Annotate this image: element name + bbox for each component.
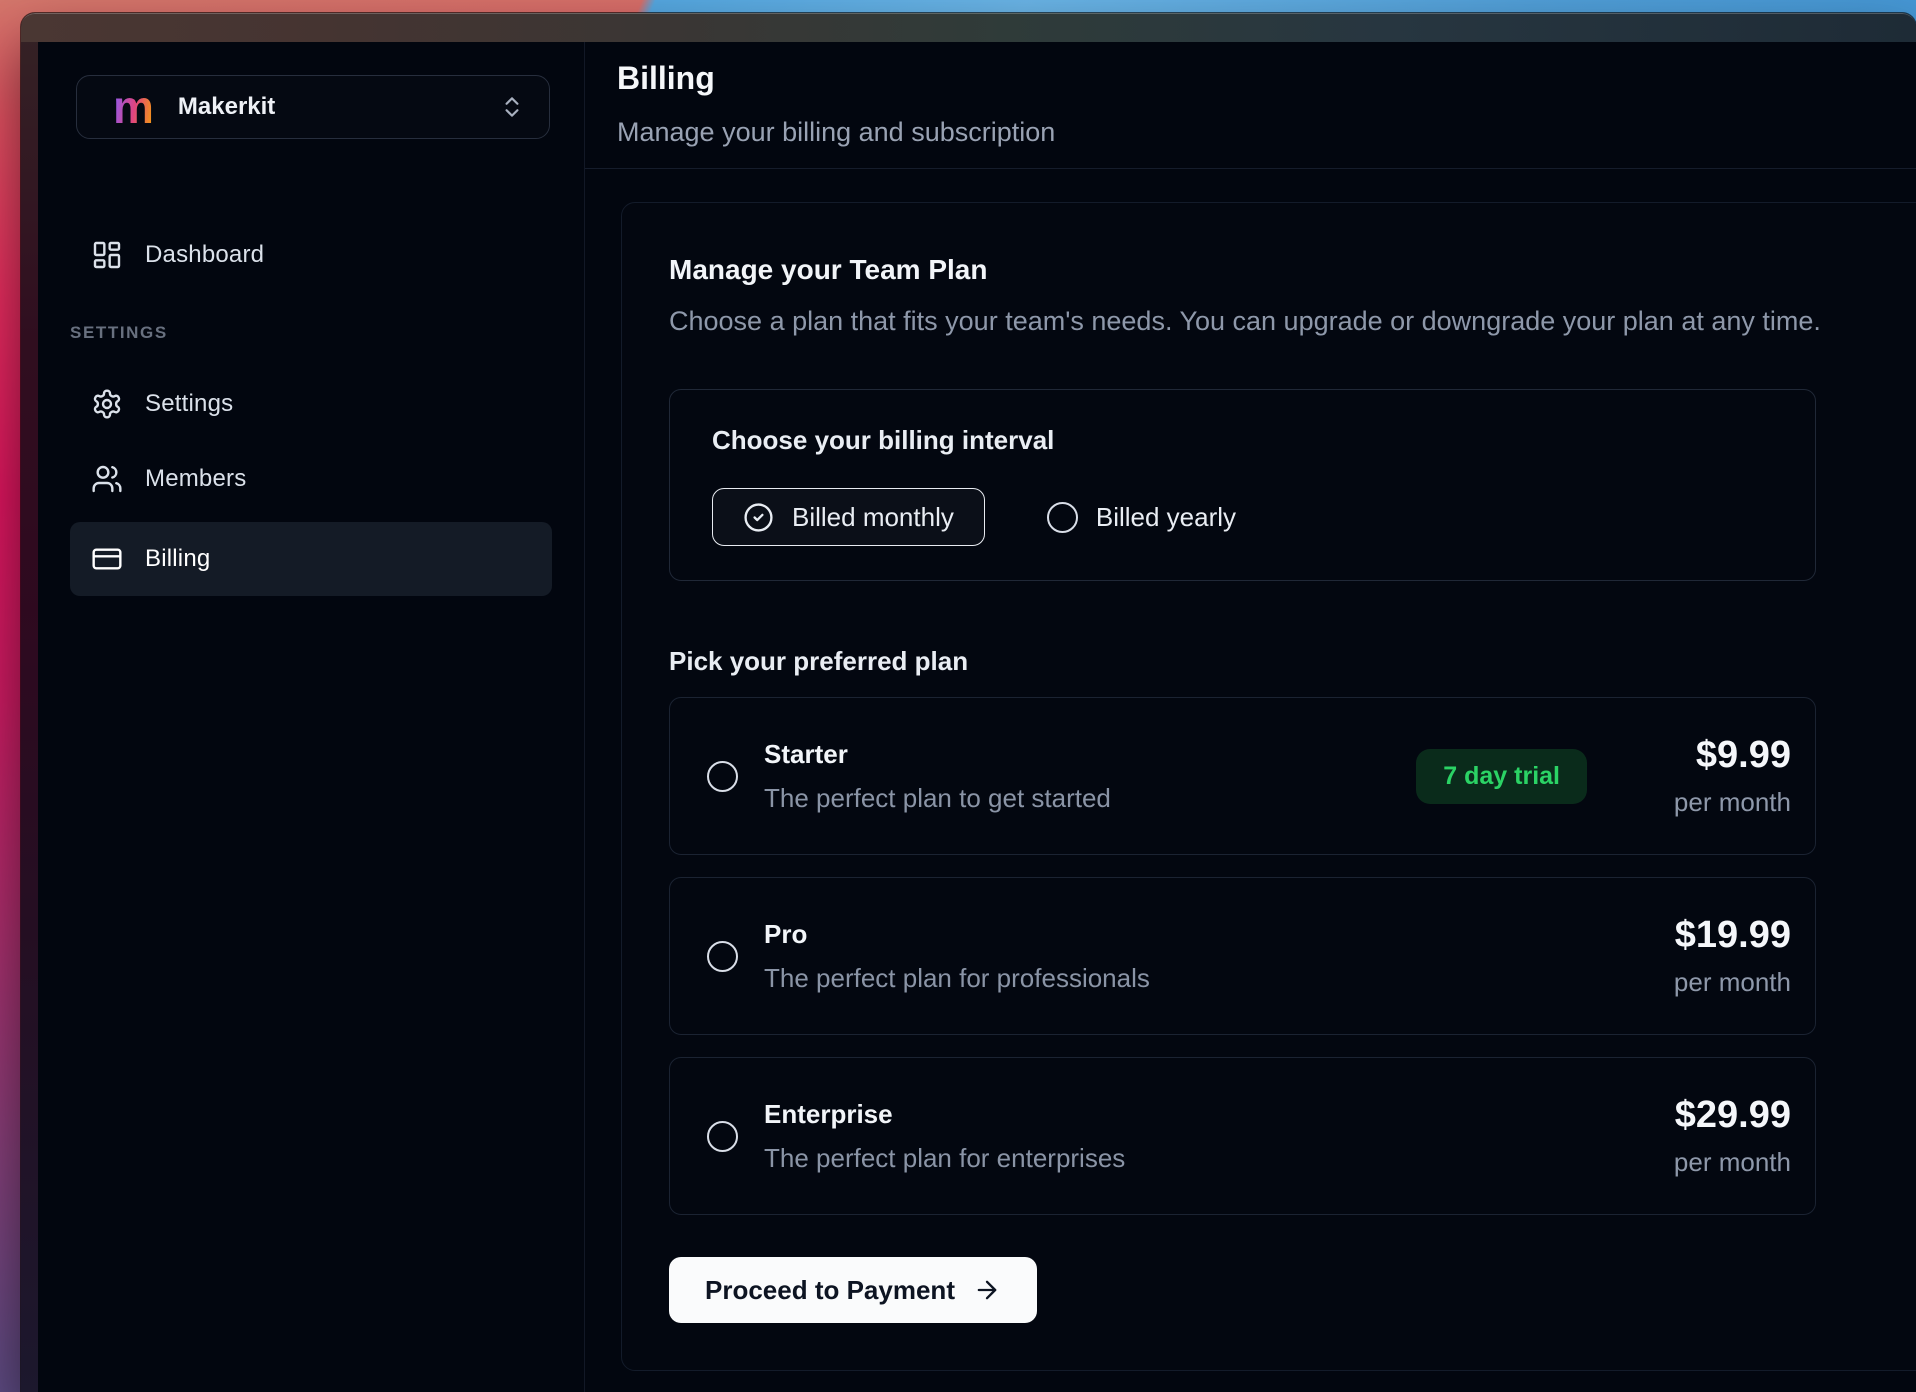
chevrons-up-down-icon bbox=[499, 94, 525, 120]
plans-label: Pick your preferred plan bbox=[669, 645, 1883, 677]
sidebar-item-settings[interactable]: Settings bbox=[70, 372, 552, 436]
plan-price: $9.99 bbox=[1641, 734, 1791, 776]
interval-option-label: Billed yearly bbox=[1096, 502, 1236, 533]
makerkit-logo: m bbox=[113, 77, 154, 137]
plan-info: Starter The perfect plan to get started bbox=[707, 738, 1416, 814]
plan-list: Starter The perfect plan to get started … bbox=[669, 697, 1883, 1215]
sidebar-item-members[interactable]: Members bbox=[70, 447, 552, 511]
plan-price: $19.99 bbox=[1641, 914, 1791, 956]
sidebar-item-billing[interactable]: Billing bbox=[70, 522, 552, 596]
plan-option-starter[interactable]: Starter The perfect plan to get started … bbox=[669, 697, 1816, 855]
plan-price-block: $19.99 per month bbox=[1641, 914, 1791, 998]
plan-name: Enterprise bbox=[764, 1098, 1125, 1130]
radio-circle-icon[interactable] bbox=[707, 941, 738, 972]
card-title: Manage your Team Plan bbox=[669, 253, 1883, 287]
sidebar-item-dashboard[interactable]: Dashboard bbox=[70, 223, 552, 287]
team-plan-card: Manage your Team Plan Choose a plan that… bbox=[621, 202, 1916, 1371]
window-titlebar bbox=[21, 13, 1916, 42]
layout-dashboard-icon bbox=[91, 239, 145, 271]
sidebar-item-label: Dashboard bbox=[145, 241, 264, 269]
trial-badge: 7 day trial bbox=[1416, 749, 1587, 804]
interval-options-row: Billed monthly Billed yearly bbox=[712, 488, 1773, 546]
plan-name: Starter bbox=[764, 738, 1111, 770]
plan-price-block: $9.99 per month bbox=[1641, 734, 1791, 818]
proceed-to-payment-label: Proceed to Payment bbox=[705, 1275, 955, 1306]
app-layout: m Makerkit Dashboard SETTINGS bbox=[21, 42, 1916, 1392]
window-edge-tint bbox=[21, 42, 38, 1392]
sidebar-nav: Dashboard SETTINGS Settings Members bbox=[76, 223, 584, 596]
main-content: Billing Manage your billing and subscrip… bbox=[585, 42, 1916, 1392]
plan-name: Pro bbox=[764, 918, 1150, 950]
plan-description: The perfect plan for professionals bbox=[764, 962, 1150, 994]
plan-option-enterprise[interactable]: Enterprise The perfect plan for enterpri… bbox=[669, 1057, 1816, 1215]
proceed-to-payment-button[interactable]: Proceed to Payment bbox=[669, 1257, 1037, 1323]
radio-circle-icon[interactable] bbox=[707, 1121, 738, 1152]
sidebar-item-label: Billing bbox=[145, 545, 210, 573]
credit-card-icon bbox=[91, 543, 145, 575]
app-window: m Makerkit Dashboard SETTINGS bbox=[21, 13, 1916, 1392]
interval-option-yearly[interactable]: Billed yearly bbox=[1047, 502, 1236, 533]
plan-period: per month bbox=[1641, 966, 1791, 998]
plan-option-pro[interactable]: Pro The perfect plan for professionals $… bbox=[669, 877, 1816, 1035]
page-title: Billing bbox=[617, 58, 1916, 98]
gear-icon bbox=[91, 388, 145, 420]
interval-option-monthly[interactable]: Billed monthly bbox=[712, 488, 985, 546]
sidebar-item-label: Members bbox=[145, 465, 246, 493]
workspace-name: Makerkit bbox=[178, 93, 275, 121]
plan-price-block: $29.99 per month bbox=[1641, 1094, 1791, 1178]
card-description: Choose a plan that fits your team's need… bbox=[669, 303, 1883, 339]
page-subtitle: Manage your billing and subscription bbox=[617, 114, 1916, 150]
plan-period: per month bbox=[1641, 1146, 1791, 1178]
plan-description: The perfect plan for enterprises bbox=[764, 1142, 1125, 1174]
interval-label: Choose your billing interval bbox=[712, 424, 1773, 456]
desktop: m Makerkit Dashboard SETTINGS bbox=[0, 0, 1916, 1392]
workspace-selector[interactable]: m Makerkit bbox=[76, 75, 550, 139]
users-icon bbox=[91, 463, 145, 495]
plan-price: $29.99 bbox=[1641, 1094, 1791, 1136]
check-circle-icon bbox=[743, 502, 774, 533]
billing-interval-group: Choose your billing interval Billed mont… bbox=[669, 389, 1816, 581]
sidebar-section-label: SETTINGS bbox=[70, 323, 584, 343]
radio-circle-icon bbox=[1047, 502, 1078, 533]
arrow-right-icon bbox=[973, 1276, 1001, 1304]
page-header: Billing Manage your billing and subscrip… bbox=[585, 42, 1916, 169]
radio-circle-icon[interactable] bbox=[707, 761, 738, 792]
sidebar-item-label: Settings bbox=[145, 390, 233, 418]
plan-description: The perfect plan to get started bbox=[764, 782, 1111, 814]
interval-option-label: Billed monthly bbox=[792, 502, 954, 533]
plan-info: Pro The perfect plan for professionals bbox=[707, 918, 1641, 994]
plan-period: per month bbox=[1641, 786, 1791, 818]
plan-info: Enterprise The perfect plan for enterpri… bbox=[707, 1098, 1641, 1174]
sidebar: m Makerkit Dashboard SETTINGS bbox=[21, 42, 585, 1392]
